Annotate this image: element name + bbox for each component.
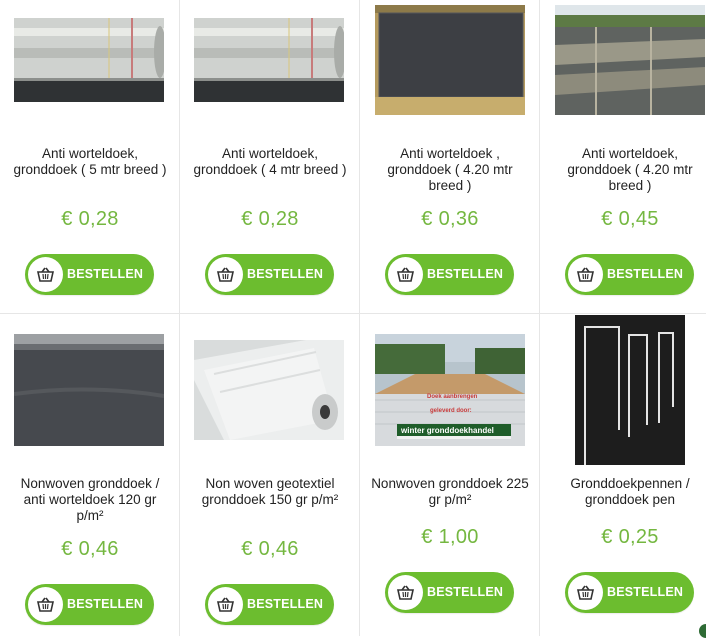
product-grid: Anti worteldoek, gronddoek ( 5 mtr breed… xyxy=(0,0,706,638)
product-title[interactable]: Gronddoekpennen / gronddoek pen xyxy=(550,476,706,508)
order-button[interactable]: BESTELLEN xyxy=(25,584,154,625)
order-button[interactable]: BESTELLEN xyxy=(565,572,694,613)
product-image[interactable] xyxy=(14,18,164,102)
order-button-label: BESTELLEN xyxy=(67,597,144,611)
basket-icon xyxy=(577,267,594,282)
product-card: Doek aanbrengen geleverd door: winter gr… xyxy=(360,314,540,636)
product-price: € 0,28 xyxy=(61,208,119,230)
product-title[interactable]: Anti worteldoek , gronddoek ( 4.20 mtr b… xyxy=(370,146,530,194)
product-price: € 1,00 xyxy=(421,526,479,548)
order-button[interactable]: BESTELLEN xyxy=(385,572,514,613)
product-image[interactable]: Doek aanbrengen geleverd door: winter gr… xyxy=(375,334,525,446)
order-button[interactable]: BESTELLEN xyxy=(205,584,334,625)
order-button-label: BESTELLEN xyxy=(607,585,684,599)
order-button[interactable]: BESTELLEN xyxy=(205,254,334,295)
product-card: Anti worteldoek, gronddoek ( 4.20 mtr br… xyxy=(540,0,706,313)
product-image[interactable] xyxy=(575,315,685,465)
product-title[interactable]: Anti worteldoek, gronddoek ( 4 mtr breed… xyxy=(190,146,350,178)
order-button-label: BESTELLEN xyxy=(247,597,324,611)
photo-caption-1: Doek aanbrengen xyxy=(427,394,478,400)
order-button[interactable]: BESTELLEN xyxy=(565,254,694,295)
product-title[interactable]: Anti worteldoek, gronddoek ( 5 mtr breed… xyxy=(10,146,170,178)
product-card: Anti worteldoek, gronddoek ( 5 mtr breed… xyxy=(0,0,180,313)
product-image[interactable] xyxy=(555,5,705,115)
basket-icon xyxy=(37,597,54,612)
order-button[interactable]: BESTELLEN xyxy=(25,254,154,295)
basket-icon xyxy=(217,267,234,282)
basket-icon xyxy=(577,585,594,600)
product-card: Anti worteldoek, gronddoek ( 4 mtr breed… xyxy=(180,0,360,313)
order-button-label: BESTELLEN xyxy=(247,267,324,281)
product-image[interactable] xyxy=(194,340,344,440)
product-title[interactable]: Non woven geotextiel gronddoek 150 gr p/… xyxy=(190,476,350,508)
product-card: Non woven geotextiel gronddoek 150 gr p/… xyxy=(180,314,360,636)
product-image[interactable] xyxy=(375,5,525,115)
basket-icon xyxy=(217,597,234,612)
product-title[interactable]: Nonwoven gronddoek / anti worteldoek 120… xyxy=(10,476,170,524)
product-price: € 0,46 xyxy=(241,538,299,560)
product-image[interactable] xyxy=(14,334,164,446)
product-image[interactable] xyxy=(194,18,344,102)
product-title[interactable]: Nonwoven gronddoek 225 gr p/m² xyxy=(370,476,530,508)
product-price: € 0,25 xyxy=(601,526,659,548)
order-button[interactable]: BESTELLEN xyxy=(385,254,514,295)
product-card: Anti worteldoek , gronddoek ( 4.20 mtr b… xyxy=(360,0,540,313)
product-price: € 0,46 xyxy=(61,538,119,560)
basket-icon xyxy=(397,267,414,282)
product-price: € 0,36 xyxy=(421,208,479,230)
basket-icon xyxy=(397,585,414,600)
basket-icon xyxy=(37,267,54,282)
product-card: Nonwoven gronddoek / anti worteldoek 120… xyxy=(0,314,180,636)
product-title[interactable]: Anti worteldoek, gronddoek ( 4.20 mtr br… xyxy=(550,146,706,194)
product-card: Gronddoekpennen / gronddoek pen € 0,25 B… xyxy=(540,314,706,636)
order-button-label: BESTELLEN xyxy=(67,267,144,281)
order-button-label: BESTELLEN xyxy=(427,585,504,599)
product-price: € 0,45 xyxy=(601,208,659,230)
order-button-label: BESTELLEN xyxy=(427,267,504,281)
product-price: € 0,28 xyxy=(241,208,299,230)
order-button-label: BESTELLEN xyxy=(607,267,684,281)
photo-caption-3: winter gronddoekhandel xyxy=(400,426,494,435)
photo-caption-2: geleverd door: xyxy=(430,408,472,414)
